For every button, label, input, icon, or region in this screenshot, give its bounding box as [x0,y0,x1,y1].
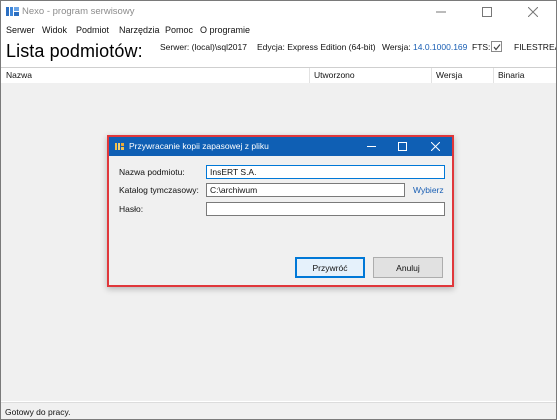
title-bar: Nexo - program serwisowy [1,1,556,23]
password-field[interactable] [206,202,445,216]
filestream-label: FILESTREAM [514,42,556,52]
window-title: Nexo - program serwisowy [22,6,135,17]
minimize-icon [366,146,376,147]
edition-label: Edycja: [257,42,285,52]
menu-widok[interactable]: Widok [42,25,67,35]
dialog-minimize-button[interactable] [354,137,388,156]
menu-narzedzia[interactable]: Narzędzia [119,25,160,35]
dialog-app-icon [115,143,124,150]
menu-serwer[interactable]: Serwer [6,25,35,35]
temp-dir-label: Katalog tymczasowy: [119,185,199,195]
maximize-icon [397,142,407,151]
edition-value: Express Edition (64-bit) [287,42,376,52]
close-button[interactable] [510,1,556,23]
column-divider[interactable] [431,68,432,83]
server-info: Serwer: (local)\sql2017 [160,42,247,52]
app-logo-icon [6,7,19,16]
column-binaria[interactable]: Binaria [498,70,524,80]
status-bar: Gotowy do pracy. [1,402,556,419]
server-value: (local)\sql2017 [191,42,247,52]
minimize-icon [436,11,446,13]
column-nazwa[interactable]: Nazwa [6,70,32,80]
version-info: Wersja: 14.0.1000.169 [382,42,467,52]
status-text: Gotowy do pracy. [5,407,71,417]
table-header: Nazwa Utworzono Wersja Binaria [1,67,556,84]
menu-o-programie[interactable]: O programie [200,25,250,35]
fts-checkbox[interactable] [491,41,502,52]
version-label: Wersja: [382,42,411,52]
minimize-button[interactable] [418,1,464,23]
maximize-button[interactable] [464,1,510,23]
dialog-title-bar: Przywracanie kopii zapasowej z pliku [109,137,452,156]
fts-label: FTS: [472,42,491,52]
column-wersja[interactable]: Wersja [436,70,462,80]
page-title: Lista podmiotów: [6,41,143,61]
password-label: Hasło: [119,204,144,214]
restore-button[interactable]: Przywróć [295,257,365,278]
server-label: Serwer: [160,42,190,52]
close-icon [528,7,538,17]
choose-dir-link[interactable]: Wybierz [413,185,444,195]
temp-dir-field[interactable]: C:\archiwum [206,183,405,197]
menu-podmiot[interactable]: Podmiot [76,25,109,35]
close-icon [430,142,440,151]
entity-name-field[interactable]: InsERT S.A. [206,165,445,179]
entity-name-label: Nazwa podmiotu: [119,167,185,177]
menu-pomoc[interactable]: Pomoc [165,25,193,35]
menu-bar: Serwer Widok Podmiot Narzędzia Pomoc O p… [1,23,556,37]
dialog-close-button[interactable] [418,137,452,156]
version-value[interactable]: 14.0.1000.169 [413,42,467,52]
dialog-title: Przywracanie kopii zapasowej z pliku [129,141,269,151]
column-divider[interactable] [493,68,494,83]
maximize-icon [482,7,492,17]
edition-info: Edycja: Express Edition (64-bit) [257,42,376,52]
cancel-button[interactable]: Anuluj [373,257,443,278]
checkmark-icon [493,43,500,50]
dialog-maximize-button[interactable] [385,137,419,156]
restore-backup-dialog: Przywracanie kopii zapasowej z pliku Naz… [107,135,454,287]
column-utworzono[interactable]: Utworzono [314,70,355,80]
column-divider[interactable] [309,68,310,83]
